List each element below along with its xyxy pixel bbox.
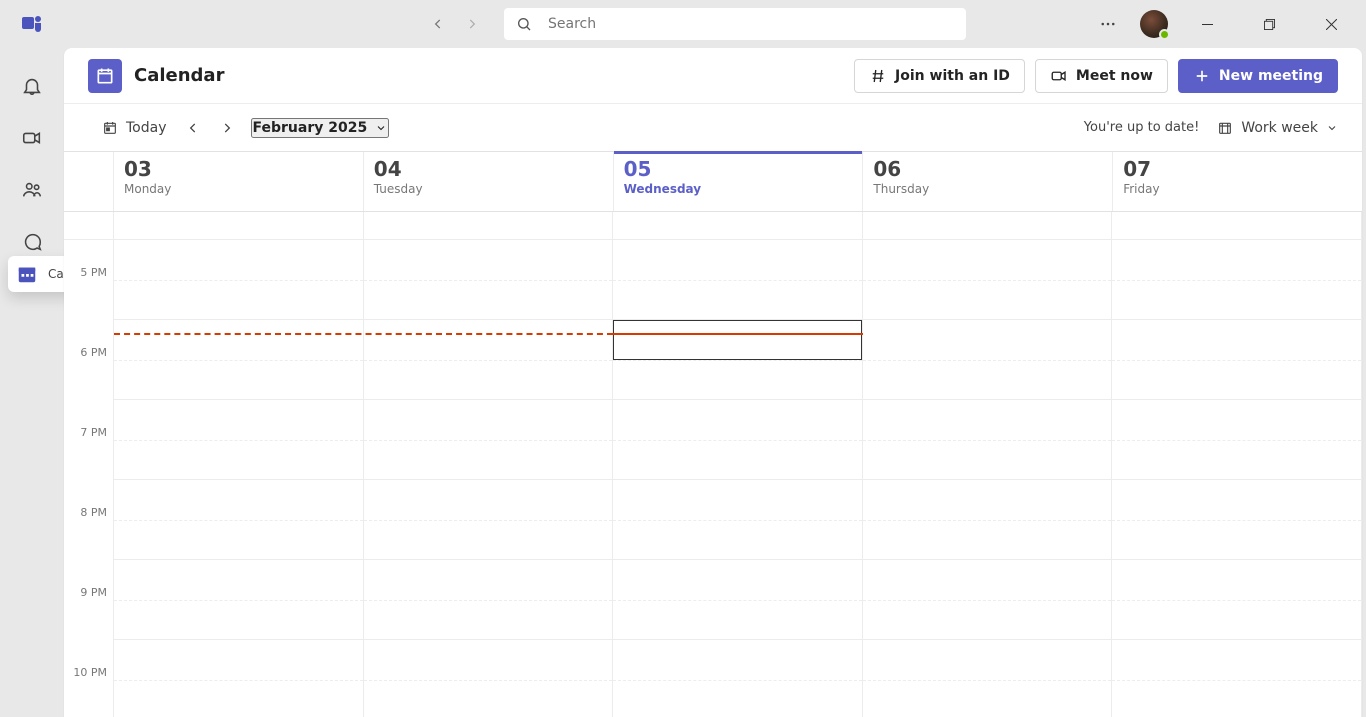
time-label: 9 PM	[80, 586, 107, 599]
month-picker-button[interactable]: February 2025	[251, 118, 390, 138]
time-label: 6 PM	[80, 346, 107, 359]
join-with-id-button[interactable]: Join with an ID	[854, 59, 1025, 93]
history-forward-button[interactable]	[458, 10, 486, 38]
search-input[interactable]	[548, 16, 954, 32]
next-week-button[interactable]	[213, 114, 241, 142]
today-button[interactable]: Today	[96, 114, 173, 142]
search-bar[interactable]	[504, 8, 966, 40]
day-number: 07	[1123, 158, 1352, 180]
day-number: 04	[374, 158, 603, 180]
current-time-line-today	[613, 333, 863, 335]
today-label: Today	[126, 120, 167, 136]
presence-available-icon	[1159, 29, 1170, 40]
time-label: 7 PM	[80, 426, 107, 439]
week-icon	[1217, 120, 1233, 136]
teams-logo-icon	[20, 12, 44, 36]
join-with-id-label: Join with an ID	[895, 68, 1010, 84]
column-tuesday[interactable]	[364, 212, 614, 717]
rail-teams-button[interactable]	[16, 174, 48, 206]
new-meeting-label: New meeting	[1219, 68, 1323, 84]
chevron-down-icon	[1326, 122, 1338, 134]
hash-icon	[869, 67, 887, 85]
calendar-icon	[16, 263, 38, 285]
page-title: Calendar	[134, 65, 224, 86]
window-close-button[interactable]	[1308, 3, 1354, 45]
history-back-button[interactable]	[424, 10, 452, 38]
time-label: 5 PM	[80, 266, 107, 279]
view-label: Work week	[1241, 120, 1318, 136]
day-header-monday[interactable]: 03 Monday	[114, 152, 364, 211]
day-number: 03	[124, 158, 353, 180]
day-number: 05	[624, 158, 853, 180]
day-header-row: 03 Monday 04 Tuesday 05 Wednesday 06 Thu…	[64, 152, 1362, 212]
page-header: Calendar Join with an ID Meet now New me…	[64, 48, 1362, 104]
day-name: Wednesday	[624, 182, 853, 196]
main-panel: Calendar Join with an ID Meet now New me…	[64, 48, 1362, 717]
day-header-friday[interactable]: 07 Friday	[1113, 152, 1362, 211]
day-header-thursday[interactable]: 06 Thursday	[863, 152, 1113, 211]
month-label: February 2025	[253, 120, 368, 136]
column-thursday[interactable]	[863, 212, 1113, 717]
plus-icon	[1193, 67, 1211, 85]
column-wednesday[interactable]	[613, 212, 863, 717]
time-label: 8 PM	[80, 506, 107, 519]
day-header-gutter	[64, 152, 114, 211]
rail-chat-button[interactable]	[16, 226, 48, 258]
app-rail	[0, 48, 64, 717]
day-number: 06	[873, 158, 1102, 180]
calendar-columns	[114, 212, 1362, 717]
calendar-grid[interactable]: 5 PM 6 PM 7 PM 8 PM 9 PM 10 PM	[64, 212, 1362, 717]
rail-activity-button[interactable]	[16, 70, 48, 102]
column-monday[interactable]	[114, 212, 364, 717]
current-time-line-past	[114, 333, 613, 335]
window-minimize-button[interactable]	[1184, 3, 1230, 45]
new-meeting-button[interactable]: New meeting	[1178, 59, 1338, 93]
day-name: Friday	[1123, 182, 1352, 196]
search-icon	[516, 16, 532, 32]
day-header-wednesday[interactable]: 05 Wednesday	[614, 152, 864, 211]
time-gutter: 5 PM 6 PM 7 PM 8 PM 9 PM 10 PM	[64, 212, 114, 717]
rail-video-button[interactable]	[16, 122, 48, 154]
prev-week-button[interactable]	[179, 114, 207, 142]
sync-status: You're up to date!	[1084, 120, 1200, 135]
video-icon	[1050, 67, 1068, 85]
calendar-badge-icon	[88, 59, 122, 93]
day-name: Thursday	[873, 182, 1102, 196]
more-options-button[interactable]	[1092, 8, 1124, 40]
meet-now-button[interactable]: Meet now	[1035, 59, 1168, 93]
view-picker-button[interactable]: Work week	[1217, 120, 1338, 136]
chevron-down-icon	[375, 122, 387, 134]
day-header-tuesday[interactable]: 04 Tuesday	[364, 152, 614, 211]
today-icon	[102, 120, 118, 136]
title-bar	[0, 0, 1366, 48]
column-friday[interactable]	[1112, 212, 1362, 717]
meet-now-label: Meet now	[1076, 68, 1153, 84]
calendar-toolbar: Today February 2025 You're up to date! W…	[64, 104, 1362, 152]
window-maximize-button[interactable]	[1246, 3, 1292, 45]
avatar[interactable]	[1140, 10, 1168, 38]
day-name: Monday	[124, 182, 353, 196]
time-label: 10 PM	[73, 666, 107, 679]
day-name: Tuesday	[374, 182, 603, 196]
